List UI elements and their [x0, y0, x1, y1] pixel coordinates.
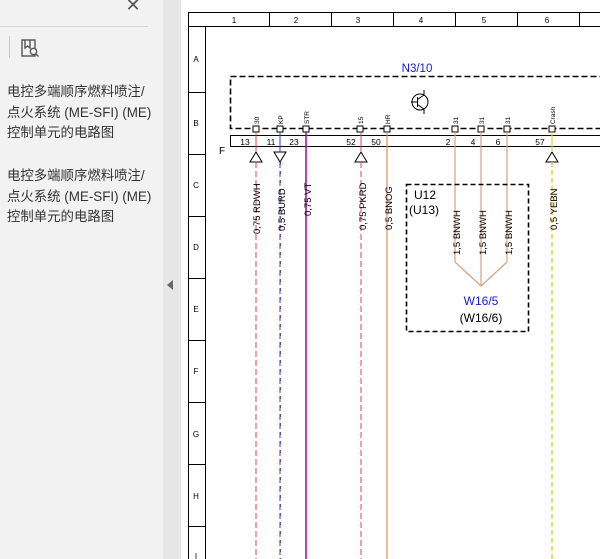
collapse-arrow-icon[interactable]	[167, 280, 173, 290]
column-label: 5	[482, 16, 487, 25]
bookmarks-panel: ✕ 电控多端顺序燃料喷注/点火系统 (ME-SFI) (ME) 控制单元的电路图…	[0, 0, 164, 559]
pin-name: HR	[385, 114, 392, 124]
pin-name: 31	[505, 116, 512, 124]
pin-name: Crash	[550, 106, 557, 124]
connector-down-icon	[273, 151, 287, 163]
wire-label: 0,5 BURD	[277, 188, 288, 231]
pin-number: 4	[471, 137, 476, 147]
pin-number: 23	[289, 137, 299, 147]
row-label: I	[195, 552, 197, 559]
row-label: B	[193, 119, 198, 128]
pin-name: KP	[278, 115, 285, 124]
pin-number: 6	[496, 137, 501, 147]
row-label: G	[193, 430, 199, 439]
toolbar-separator	[9, 36, 10, 58]
pin-number: 57	[535, 137, 545, 147]
wiring-diagram: 1 2 3 4 5 6 A B C D E F G H I N3/10 F 30…	[188, 12, 600, 559]
pin-name: STR	[304, 111, 311, 124]
pin-number: 2	[446, 137, 451, 147]
pin-number: 50	[371, 137, 381, 147]
column-label: 1	[232, 16, 237, 25]
wire-label: 0,5 BNOG	[384, 186, 395, 230]
bookmark-item[interactable]: 电控多端顺序燃料喷注/点火系统 (ME-SFI) (ME) 控制单元的电路图	[7, 82, 157, 144]
pin-number: 11	[267, 137, 276, 147]
wire-label: 0,75 RDWH	[252, 183, 263, 234]
connector-row-label: F	[219, 146, 225, 157]
column-label: 3	[356, 16, 361, 25]
column-label: 6	[545, 16, 550, 25]
connector-up-icon	[545, 151, 559, 163]
pin-name: 15	[358, 116, 365, 124]
row-label: F	[194, 367, 199, 376]
pin-name: 31	[453, 116, 460, 124]
row-label: E	[193, 305, 198, 314]
transistor-icon	[411, 90, 429, 114]
pin-name: 31	[479, 116, 486, 124]
wire-label: 1,5 BNWH	[478, 210, 489, 255]
ground-point-label: W16/5	[464, 294, 499, 308]
wire-label: 1,5 BNWH	[452, 210, 463, 255]
wire-label: 0,75 PKRD	[358, 182, 369, 230]
row-label: A	[193, 55, 199, 64]
module-label: N3/10	[402, 63, 433, 75]
pin-number: 52	[346, 137, 356, 147]
pin-number: 13	[240, 137, 250, 147]
column-label: 4	[419, 16, 424, 25]
row-label: D	[193, 243, 199, 252]
pin-name: 30	[254, 116, 261, 124]
close-panel-button[interactable]: ✕	[124, 0, 142, 14]
column-label: 2	[294, 16, 299, 25]
wire-label: 0,75 VT	[303, 183, 314, 216]
bookmark-page-icon[interactable]	[18, 36, 42, 60]
connector-up-icon	[354, 151, 368, 163]
document-page: 1 2 3 4 5 6 A B C D E F G H I N3/10 F 30…	[181, 0, 600, 559]
wire-label: 0,5 YEBN	[549, 188, 560, 230]
block-label-alt: (U13)	[409, 203, 439, 217]
connector-up-icon	[249, 151, 263, 163]
panel-collapse-handle	[163, 0, 181, 559]
diagram-frame	[188, 12, 600, 559]
wire-label: 1,5 BNWH	[504, 210, 515, 255]
block-label: U12	[414, 188, 436, 202]
row-label: H	[193, 492, 199, 501]
panel-divider	[0, 26, 148, 27]
row-label: C	[193, 181, 199, 190]
ground-point-label-alt: (W16/6)	[460, 311, 503, 325]
bookmark-item[interactable]: 电控多端顺序燃料喷注/点火系统 (ME-SFI) (ME) 控制单元的电路图	[7, 166, 157, 228]
